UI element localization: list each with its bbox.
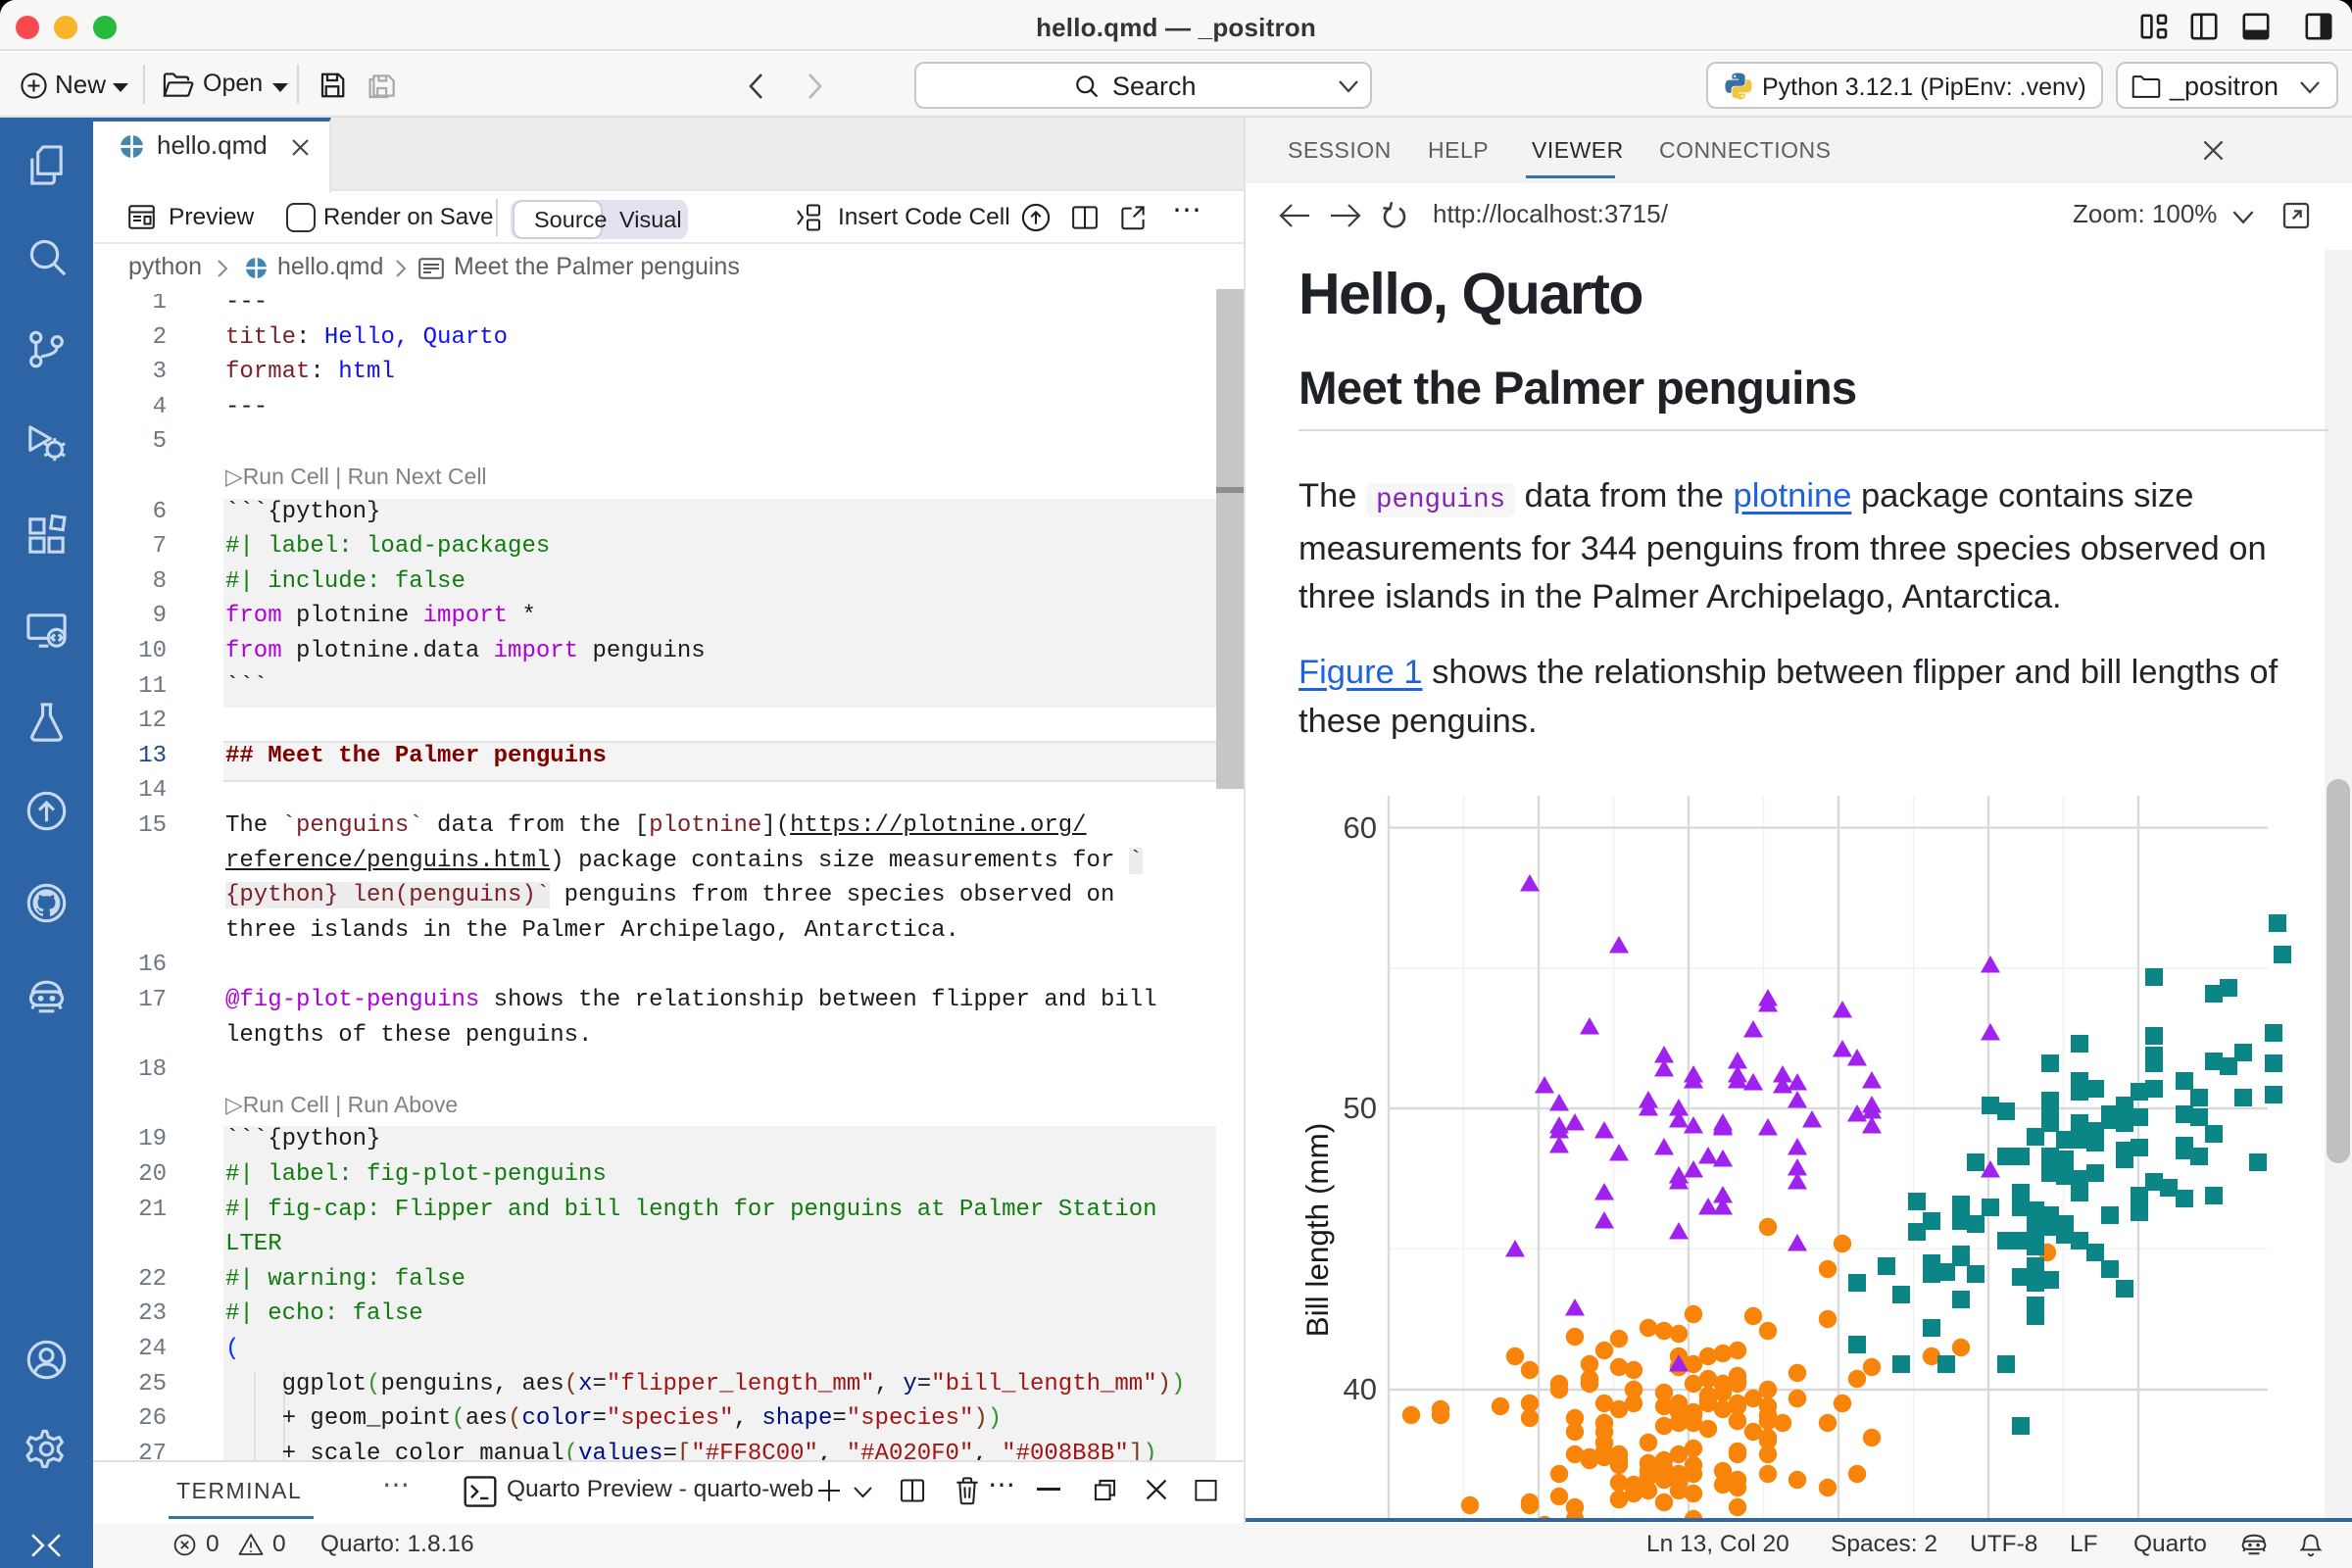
svg-text:Bill length (mm): Bill length (mm) — [1299, 1123, 1335, 1338]
svg-text:50: 50 — [1344, 1091, 1377, 1125]
svg-text:60: 60 — [1344, 810, 1377, 845]
svg-text:40: 40 — [1344, 1372, 1377, 1406]
